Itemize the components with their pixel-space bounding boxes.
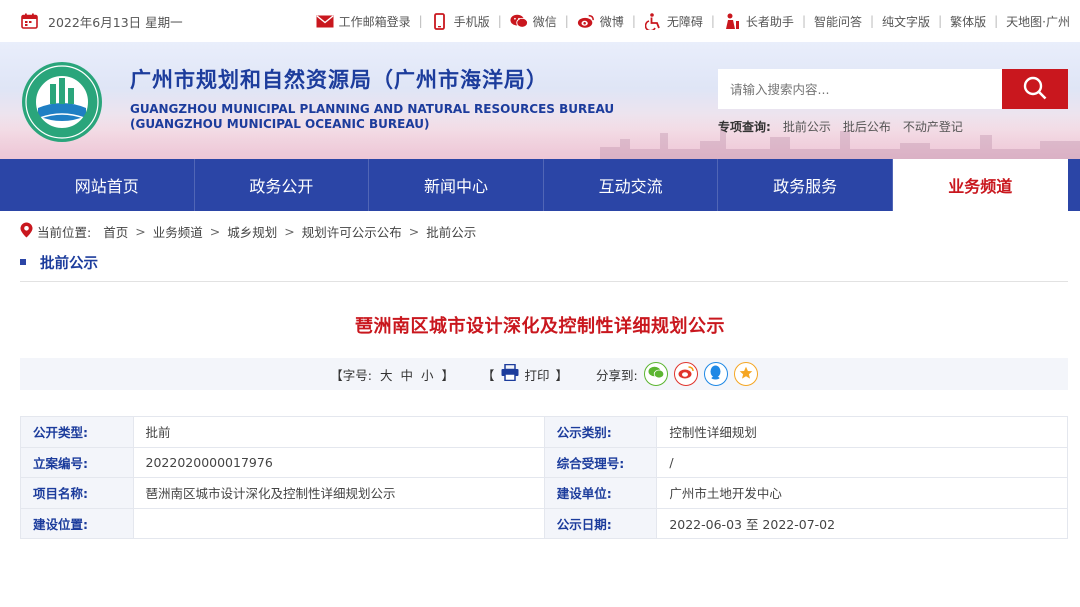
nav-item-home[interactable]: 网站首页 [20, 159, 195, 211]
label-construction-location: 建设位置: [20, 507, 134, 539]
label-notice-category: 公示类别: [543, 416, 658, 448]
search-button[interactable] [1002, 69, 1068, 109]
value-construction-location [132, 507, 545, 539]
share-weibo-button[interactable] [673, 362, 698, 386]
table-row: 立案编号: 2022020000017976 综合受理号: / [20, 446, 1068, 478]
section-marker [20, 259, 26, 265]
breadcrumb-urban-planning[interactable]: 城乡规划 [227, 222, 277, 241]
special-query-label: 专项查询: [718, 120, 771, 134]
nav-item-news[interactable]: 新闻中心 [369, 159, 544, 211]
special-link-real-estate[interactable]: 不动产登记 [903, 118, 963, 135]
print-button[interactable]: 打印 [525, 365, 550, 384]
mobile-icon [431, 12, 449, 30]
wechat-icon [510, 12, 528, 30]
special-query: 专项查询: 批前公示 批后公布 不动产登记 [718, 118, 963, 135]
location-pin-icon [20, 222, 33, 241]
top-link-qa[interactable]: 智能问答 [806, 13, 870, 30]
nav-item-interaction[interactable]: 互动交流 [544, 159, 719, 211]
breadcrumb-permit-notice[interactable]: 规划许可公示公布 [302, 222, 402, 241]
weibo-icon [678, 366, 694, 382]
mail-icon [316, 12, 334, 30]
notice-info-table: 公开类型: 批前 公示类别: 控制性详细规划 立案编号: 20220200000… [20, 416, 1068, 539]
top-link-mail[interactable]: 工作邮箱登录 [308, 12, 419, 30]
site-search [718, 69, 1068, 109]
search-icon [1022, 75, 1048, 104]
divider [20, 281, 1068, 282]
elder-icon [723, 12, 741, 30]
breadcrumb: 当前位置: 首页 > 业务频道 > 城乡规划 > 规划许可公示公布 > 批前公示 [0, 211, 1080, 251]
value-case-number: 2022020000017976 [132, 446, 545, 478]
org-name-cn: 广州市规划和自然资源局（广州市海洋局） [130, 68, 548, 92]
top-link-traditional[interactable]: 繁体版 [942, 13, 994, 30]
table-row: 建设位置: 公示日期: 2022-06-03 至 2022-07-02 [20, 507, 1068, 539]
calendar-icon [20, 12, 38, 30]
printer-icon [501, 363, 519, 384]
date-text: 2022年6月13日 星期一 [48, 14, 183, 30]
org-name-en: GUANGZHOU MUNICIPAL PLANNING AND NATURAL… [130, 102, 614, 132]
search-input[interactable] [718, 69, 1002, 109]
top-links: 工作邮箱登录 | 手机版 | 微信 | 微博 | 无障碍 | 长者助手 | 智能… [308, 12, 1070, 30]
top-link-mobile[interactable]: 手机版 [423, 12, 498, 30]
label-acceptance-number: 综合受理号: [543, 446, 658, 478]
top-link-elder[interactable]: 长者助手 [715, 12, 802, 30]
org-name-en-line1: GUANGZHOU MUNICIPAL PLANNING AND NATURAL… [130, 102, 615, 116]
value-project-name: 琶洲南区城市设计深化及控制性详细规划公示 [132, 477, 545, 509]
nav-item-gov-affairs[interactable]: 政务公开 [195, 159, 370, 211]
breadcrumb-business[interactable]: 业务频道 [153, 222, 203, 241]
breadcrumb-home[interactable]: 首页 [103, 222, 128, 241]
weibo-icon [577, 12, 595, 30]
nav-item-gov-services[interactable]: 政务服务 [718, 159, 893, 211]
date-display: 2022年6月13日 星期一 [20, 12, 183, 31]
label-case-number: 立案编号: [20, 446, 134, 478]
section-heading: 批前公示 [0, 251, 1080, 273]
value-notice-category: 控制性详细规划 [656, 416, 1068, 448]
breadcrumb-pre-approval[interactable]: 批前公示 [426, 222, 476, 241]
top-link-weibo[interactable]: 微博 [569, 12, 632, 30]
table-row: 项目名称: 琶洲南区城市设计深化及控制性详细规划公示 建设单位: 广州市土地开发… [20, 477, 1068, 509]
value-notice-date: 2022-06-03 至 2022-07-02 [656, 507, 1068, 539]
value-disclosure-type: 批前 [132, 416, 545, 448]
label-project-name: 项目名称: [20, 477, 134, 509]
breadcrumb-label: 当前位置: [37, 224, 92, 240]
share-qq-button[interactable] [703, 362, 728, 386]
share-wechat-button[interactable] [643, 362, 668, 386]
font-size-controls: 【字号: 大 中 小 】 [330, 365, 454, 384]
article-title: 琶洲南区城市设计深化及控制性详细规划公示 [355, 316, 725, 337]
value-construction-unit: 广州市土地开发中心 [656, 477, 1068, 509]
header-banner: 广州市规划和自然资源局（广州市海洋局） GUANGZHOU MUNICIPAL … [0, 42, 1080, 159]
nav-item-business[interactable]: 业务频道 [892, 159, 1068, 211]
label-disclosure-type: 公开类型: [20, 416, 134, 448]
main-nav: 网站首页 政务公开 新闻中心 互动交流 政务服务 业务频道 [0, 159, 1080, 211]
top-link-wechat[interactable]: 微信 [502, 12, 565, 30]
top-link-text-only[interactable]: 纯文字版 [874, 13, 938, 30]
wechat-icon [648, 366, 664, 382]
bureau-logo [20, 60, 104, 144]
article-tools: 【字号: 大 中 小 】 【 打印 】 分享到: [20, 358, 1068, 390]
table-row: 公开类型: 批前 公示类别: 控制性详细规划 [20, 416, 1068, 448]
top-link-accessibility[interactable]: 无障碍 [636, 12, 711, 30]
top-link-map[interactable]: 天地图·广州 [998, 13, 1070, 30]
font-size-small[interactable]: 小 [421, 365, 434, 384]
special-link-pre-approval[interactable]: 批前公示 [783, 118, 831, 135]
share-favorite-button[interactable] [733, 362, 758, 386]
organization-title: 广州市规划和自然资源局（广州市海洋局） GUANGZHOU MUNICIPAL … [130, 64, 614, 132]
star-icon [739, 366, 753, 383]
font-size-large[interactable]: 大 [380, 365, 393, 384]
special-link-post-approval[interactable]: 批后公布 [843, 118, 891, 135]
section-title: 批前公示 [40, 255, 98, 272]
share-controls: 分享到: [596, 362, 758, 386]
label-construction-unit: 建设单位: [543, 477, 658, 509]
qq-icon [709, 365, 722, 383]
share-label: 分享到: [596, 367, 638, 383]
font-size-medium[interactable]: 中 [400, 365, 413, 384]
top-bar: 2022年6月13日 星期一 工作邮箱登录 | 手机版 | 微信 | 微博 | … [0, 0, 1080, 42]
accessibility-icon [644, 12, 662, 30]
print-control: 【 打印 】 [482, 363, 568, 384]
org-name-en-line2: (GUANGZHOU MUNICIPAL OCEANIC BUREAU) [130, 117, 430, 131]
value-acceptance-number: / [656, 446, 1068, 478]
label-notice-date: 公示日期: [543, 507, 658, 539]
